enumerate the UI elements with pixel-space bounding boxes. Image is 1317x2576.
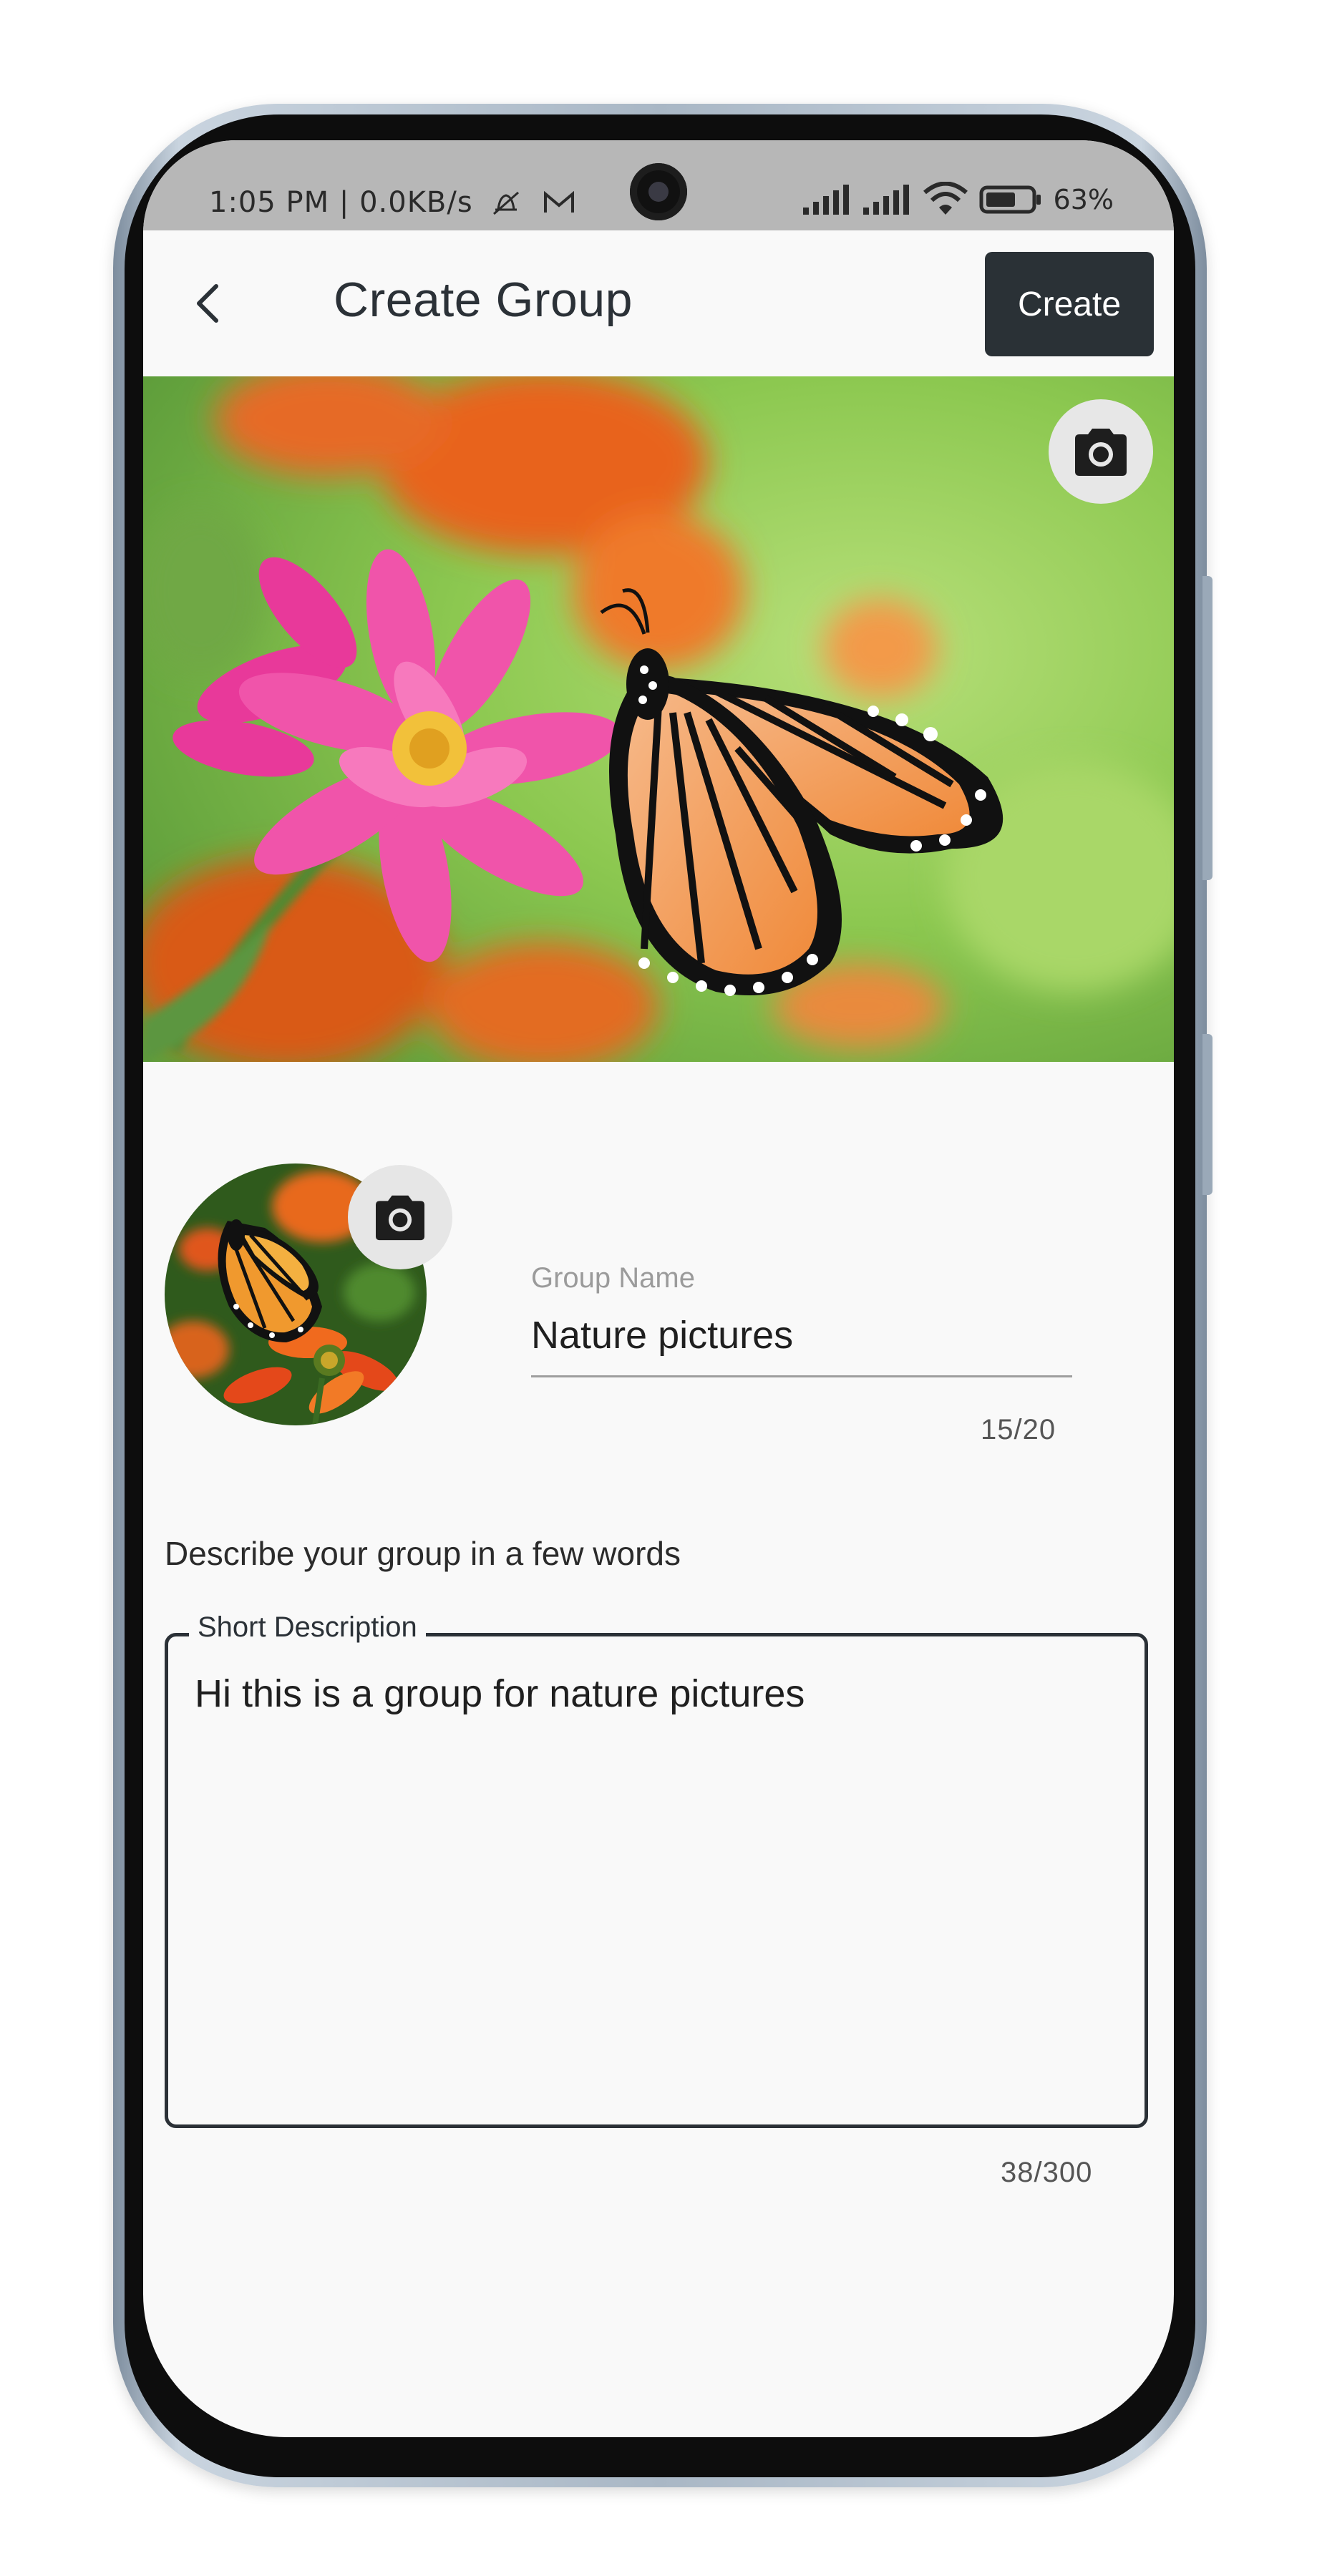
screen: 1:05 PM | 0.0KB/s 63% Create Group Creat… xyxy=(143,140,1174,2437)
volume-button xyxy=(1202,576,1212,880)
status-separator: | xyxy=(329,186,360,219)
group-name-input[interactable] xyxy=(531,1305,1072,1377)
cover-image[interactable] xyxy=(143,376,1174,1062)
camera-icon xyxy=(376,1195,424,1241)
group-name-label: Group Name xyxy=(531,1262,695,1294)
battery-icon xyxy=(979,185,1041,214)
wifi-icon xyxy=(923,182,968,215)
signal-icon xyxy=(862,185,909,215)
app-bar: Create Group Create xyxy=(143,230,1174,376)
signal-icon xyxy=(802,185,849,215)
battery-percent: 63% xyxy=(1053,184,1114,215)
avatar-camera-button[interactable] xyxy=(348,1165,452,1269)
description-label: Short Description xyxy=(189,1611,426,1644)
front-camera xyxy=(630,163,687,220)
describe-prompt: Describe your group in a few words xyxy=(165,1535,681,1572)
status-left: 1:05 PM | 0.0KB/s xyxy=(209,185,575,219)
mail-icon xyxy=(544,190,575,213)
status-bar: 1:05 PM | 0.0KB/s 63% xyxy=(143,140,1174,230)
create-button[interactable]: Create xyxy=(985,252,1154,356)
status-right: 63% xyxy=(802,182,1114,218)
chevron-left-icon xyxy=(197,284,218,323)
camera-icon xyxy=(1075,429,1127,476)
cover-camera-button[interactable] xyxy=(1049,399,1153,504)
back-button[interactable] xyxy=(180,275,238,332)
network-speed: 0.0KB/s xyxy=(359,186,473,219)
power-button xyxy=(1202,1034,1212,1195)
description-counter: 38/300 xyxy=(1001,2157,1093,2188)
muted-bell-icon xyxy=(493,191,520,215)
group-name-counter: 15/20 xyxy=(981,1414,1056,1445)
description-input[interactable]: Hi this is a group for nature pictures xyxy=(193,1670,1127,2102)
status-time: 1:05 PM xyxy=(209,186,330,219)
page-title: Create Group xyxy=(334,273,633,327)
